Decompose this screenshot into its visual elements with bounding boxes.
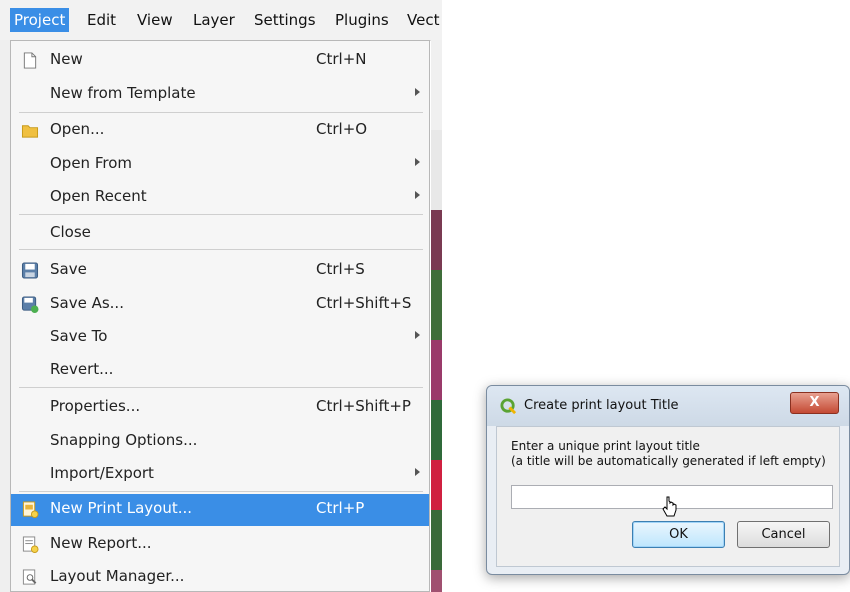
submenu-arrow-icon (415, 88, 420, 96)
menu-item-label: New (50, 50, 83, 68)
menu-item-label: New Print Layout... (50, 499, 193, 517)
menu-item-new-print-layout[interactable]: New Print Layout... Ctrl+P (11, 494, 429, 526)
menu-layer[interactable]: Layer (189, 8, 239, 32)
menu-edit[interactable]: Edit (83, 8, 120, 32)
qgis-logo-icon (500, 398, 517, 415)
shortcut-label: Ctrl+Shift+P (316, 397, 411, 415)
menu-item-label: New Report... (50, 534, 152, 552)
menu-item-label: Properties... (50, 397, 141, 415)
shortcut-label: Ctrl+O (316, 120, 368, 138)
menu-plugins[interactable]: Plugins (331, 8, 393, 32)
save-as-icon (21, 296, 39, 313)
menu-item-new-report[interactable]: New Report... (11, 529, 429, 559)
menu-item-revert[interactable]: Revert... (11, 355, 429, 385)
menu-separator (19, 387, 423, 388)
prompt-line-2: (a title will be automatically generated… (511, 454, 826, 468)
shortcut-label: Ctrl+Shift+S (316, 294, 412, 312)
app-background-left (0, 40, 10, 592)
save-icon (21, 262, 39, 279)
menu-item-layout-manager[interactable]: Layout Manager... (11, 562, 429, 592)
map-canvas-strip (431, 40, 442, 592)
menu-item-snapping-options[interactable]: Snapping Options... (11, 426, 429, 456)
menu-item-label: Import/Export (50, 464, 154, 482)
dialog-title: Create print layout Title (524, 398, 679, 413)
menu-item-label: Close (50, 223, 91, 241)
menu-item-label: Save As... (50, 294, 124, 312)
menu-item-save-as[interactable]: Save As... Ctrl+Shift+S (11, 289, 429, 319)
menu-item-label: New from Template (50, 84, 196, 102)
menu-item-open-recent[interactable]: Open Recent (11, 182, 429, 212)
menu-project[interactable]: Project (10, 8, 70, 32)
menu-item-label: Save To (50, 327, 108, 345)
shortcut-label: Ctrl+N (316, 50, 367, 68)
create-print-layout-dialog: Create print layout Title X Enter a uniq… (486, 385, 850, 575)
folder-icon (21, 125, 39, 138)
submenu-arrow-icon (415, 191, 420, 199)
submenu-arrow-icon (415, 468, 420, 476)
menu-item-properties[interactable]: Properties... Ctrl+Shift+P (11, 392, 429, 422)
menu-item-label: Snapping Options... (50, 431, 198, 449)
report-icon (22, 536, 39, 553)
mouse-cursor-icon (662, 496, 677, 517)
menu-item-label: Layout Manager... (50, 567, 185, 585)
menu-item-save-to[interactable]: Save To (11, 322, 429, 352)
menu-separator (19, 112, 423, 113)
shortcut-label: Ctrl+P (316, 499, 365, 517)
menu-item-new[interactable]: New Ctrl+N (11, 45, 429, 75)
menu-item-label: Revert... (50, 360, 114, 378)
menu-item-label: Save (50, 260, 87, 278)
print-layout-icon (22, 501, 39, 518)
menu-separator (19, 249, 423, 250)
new-file-icon (23, 52, 37, 69)
menu-item-open-from[interactable]: Open From (11, 149, 429, 179)
menu-item-label: Open... (50, 120, 105, 138)
submenu-arrow-icon (415, 331, 420, 339)
shortcut-label: Ctrl+S (316, 260, 365, 278)
menu-view[interactable]: View (133, 8, 177, 32)
menu-item-open[interactable]: Open... Ctrl+O (11, 115, 429, 145)
menu-vector[interactable]: Vect (403, 8, 443, 32)
cancel-button[interactable]: Cancel (737, 521, 830, 548)
menu-item-import-export[interactable]: Import/Export (11, 459, 429, 489)
dialog-titlebar[interactable]: Create print layout Title X (487, 386, 849, 426)
project-menu: New Ctrl+N New from Template Open... Ctr… (10, 40, 430, 592)
menu-item-new-from-template[interactable]: New from Template (11, 79, 429, 109)
menu-item-close[interactable]: Close (11, 218, 429, 248)
layout-manager-icon (22, 569, 37, 585)
menu-item-label: Open From (50, 154, 132, 172)
menubar: Project Edit View Layer Settings Plugins… (0, 0, 442, 41)
menu-separator (19, 214, 423, 215)
menu-separator (19, 491, 423, 492)
submenu-arrow-icon (415, 158, 420, 166)
menu-settings[interactable]: Settings (250, 8, 320, 32)
close-button[interactable]: X (790, 392, 839, 414)
prompt-line-1: Enter a unique print layout title (511, 439, 700, 453)
menu-item-label: Open Recent (50, 187, 147, 205)
ok-button[interactable]: OK (632, 521, 725, 548)
menu-item-save[interactable]: Save Ctrl+S (11, 255, 429, 285)
